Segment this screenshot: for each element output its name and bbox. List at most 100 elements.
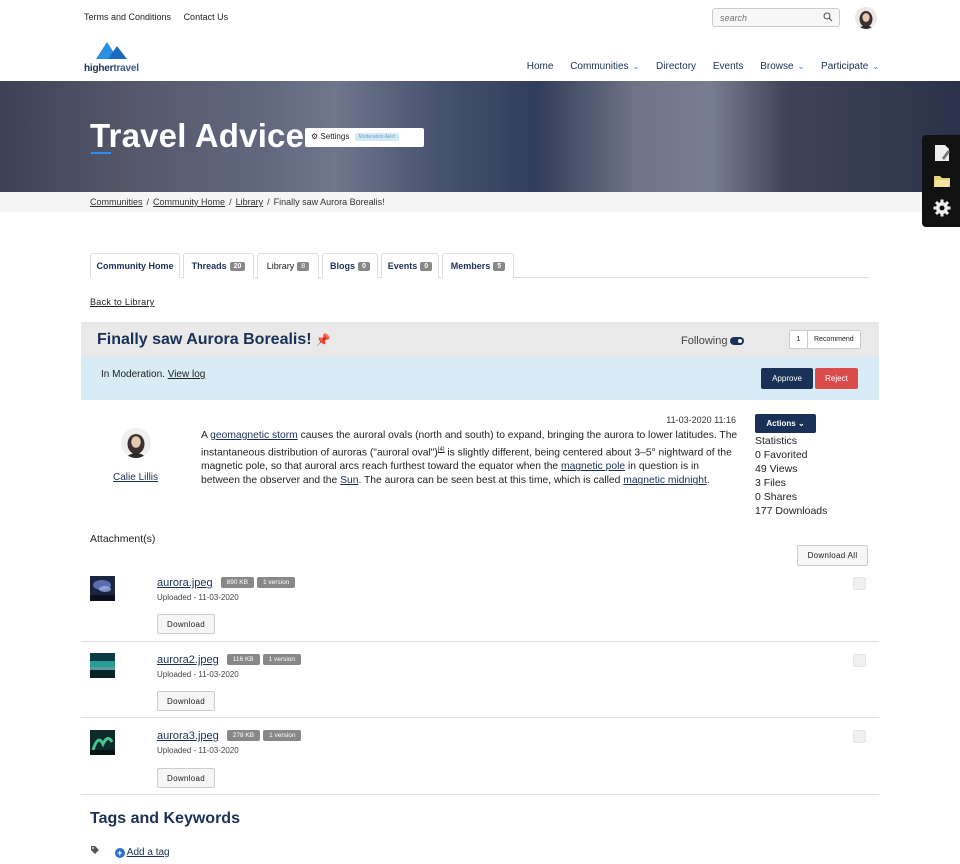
back-to-library-link[interactable]: Back to Library [90,297,155,307]
attachment-row: aurora.jpeg 890 KB 1 version Uploaded - 11… [81,566,879,642]
hero-banner: Travel Advice ⚙ Settings Moderation Aler… [0,81,960,192]
file-link[interactable]: aurora.jpeg [157,577,213,589]
upload-date: Uploaded - 11-03-2020 [157,746,239,755]
approve-button[interactable]: Approve [761,368,813,389]
breadcrumb-bar: Communities / Community Home / Library / Final… [0,192,960,212]
magnetic-midnight-link[interactable]: magnetic midnight [623,475,707,486]
utility-bar: Terms and Conditions Contact Us [0,0,960,36]
tab-library[interactable]: Library 8 [257,253,319,279]
count-badge: 20 [229,262,246,271]
nav-directory[interactable]: Directory [656,61,696,72]
stat-downloads: 177 Downloads [755,505,828,517]
download-button[interactable]: Download [157,614,215,634]
nav-browse[interactable]: Browse ⌄ [760,61,804,72]
nav-participate[interactable]: Participate ⌄ [821,61,879,72]
edit-document-icon[interactable] [933,144,951,162]
aurora3-thumbnail[interactable] [90,730,115,755]
mountain-logo-icon [96,42,127,59]
file-name: aurora.jpeg 890 KB 1 version [157,577,296,589]
breadcrumb-separator: / [146,197,150,207]
attachments-heading: Attachment(s) [90,533,156,545]
chevron-down-icon: ⌄ [872,62,879,71]
recommend-count: 1 [790,331,808,348]
recommend-button[interactable]: 1 Recommend [789,330,861,349]
add-tag-link[interactable]: Add a tag [127,847,170,858]
following-toggle[interactable]: Following [681,335,745,347]
author-avatar[interactable] [121,428,151,458]
count-badge: 8 [297,262,310,271]
user-avatar[interactable] [855,7,877,29]
download-all-button[interactable]: Download All [797,545,868,566]
tab-community-home[interactable]: Community Home [90,253,180,278]
nav-home[interactable]: Home [527,61,554,72]
upload-date: Uploaded - 11-03-2020 [157,593,239,602]
breadcrumb-communities[interactable]: Communities [90,197,143,207]
trash-icon[interactable] [853,730,866,743]
aurora-thumbnail[interactable] [90,576,115,601]
tab-members[interactable]: Members 5 [442,253,514,278]
statistics-heading: Statistics [755,435,798,447]
tab-events[interactable]: Events 0 [381,253,439,278]
terms-link[interactable]: Terms and Conditions [84,12,171,22]
pin-icon[interactable]: 📌 [316,333,331,347]
breadcrumb-library[interactable]: Library [236,197,264,207]
file-link[interactable]: aurora3.jpeg [157,730,219,742]
title-underline [91,152,111,154]
tab-threads[interactable]: Threads 20 [183,253,254,278]
reference-link[interactable]: [4] [438,447,445,453]
trash-icon[interactable] [853,654,866,667]
author-name-link[interactable]: Calie Lillis [113,472,158,483]
view-log-link[interactable]: View log [168,369,206,380]
file-size-badge: 890 KB [220,577,254,588]
breadcrumb-separator: / [229,197,232,207]
count-badge: 5 [493,262,506,271]
folder-icon[interactable] [933,171,951,189]
logo-text: highertravel [84,63,139,74]
post-body: A geomagnetic storm causes the auroral o… [201,430,738,487]
file-size-badge: 278 KB [226,730,261,741]
file-link[interactable]: aurora2.jpeg [157,654,219,666]
breadcrumb-separator: / [267,197,270,207]
logo[interactable]: highertravel [84,40,154,76]
post-statistics: Statistics 0 Favorited 49 Views 3 Files … [755,434,827,518]
search-box [712,8,840,27]
aurora2-thumbnail[interactable] [90,653,115,678]
version-badge[interactable]: 1 version [256,577,296,588]
download-button[interactable]: Download [157,691,215,711]
settings-button[interactable]: ⚙ Settings Moderation Alert [305,128,424,147]
gear-icon: ⚙ [311,132,319,141]
file-size-badge: 116 KB [226,654,260,665]
actions-dropdown-button[interactable]: Actions ⌄ [755,414,816,433]
version-badge[interactable]: 1 version [263,730,302,741]
side-tools-panel [922,135,960,227]
tab-blogs[interactable]: Blogs 0 [322,253,378,278]
geomagnetic-storm-link[interactable]: geomagnetic storm [210,430,298,441]
file-name: aurora3.jpeg 278 KB 1 version [157,730,302,742]
sun-link[interactable]: Sun [340,475,358,486]
trash-icon[interactable] [853,577,866,590]
main-nav: highertravel Home Communities ⌄ Directory… [0,36,960,81]
community-tabs: Community Home Threads 20 Library 8 Blogs 0… [90,253,869,279]
count-badge: 0 [420,262,433,271]
gear-icon[interactable] [933,199,951,217]
nav-events[interactable]: Events [713,61,744,72]
contact-link[interactable]: Contact Us [184,12,229,22]
nav-communities[interactable]: Communities ⌄ [570,61,639,72]
stat-files: 3 Files [755,477,786,489]
count-badge: 0 [358,262,370,271]
moderation-bar: In Moderation. View log Approve Reject [81,357,879,400]
search-input[interactable] [713,9,813,26]
breadcrumb-community-home[interactable]: Community Home [153,197,225,207]
nav-menu: Home Communities ⌄ Directory Events Brows… [513,61,879,72]
post-date: 11-03-2020 11:16 [666,415,736,425]
search-icon[interactable] [823,12,833,25]
reject-button[interactable]: Reject [815,368,858,389]
plus-icon[interactable]: + [114,848,125,858]
magnetic-pole-link[interactable]: magnetic pole [561,461,625,472]
download-button[interactable]: Download [157,768,215,788]
version-badge[interactable]: 1 version [262,654,301,665]
breadcrumb-current: Finally saw Aurora Borealis! [273,197,385,207]
tags-heading: Tags and Keywords [90,810,240,827]
chevron-down-icon: ⌄ [797,62,805,71]
recommend-label: Recommend [814,336,854,343]
